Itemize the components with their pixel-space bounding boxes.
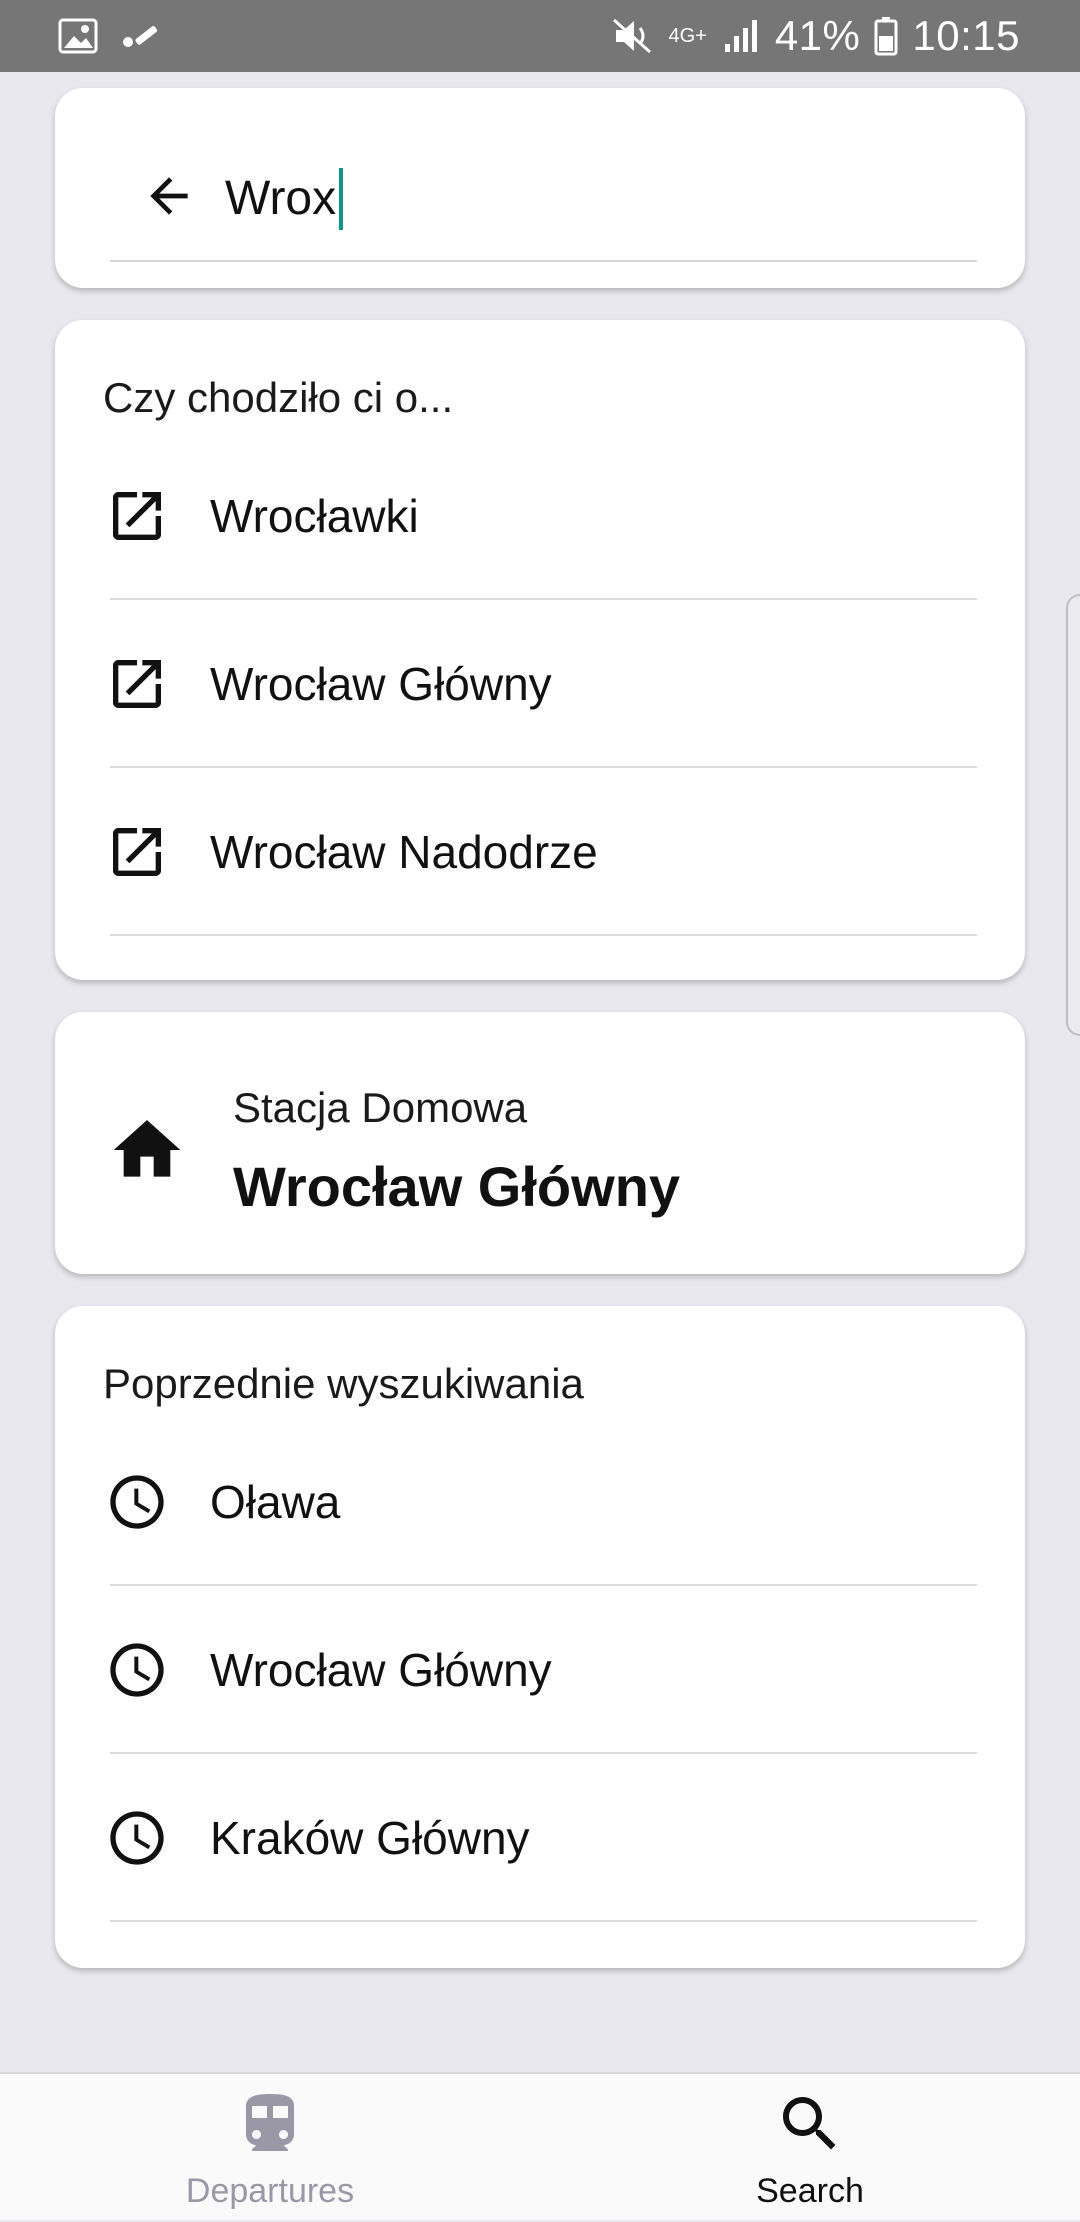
recent-item[interactable]: Kraków Główny	[55, 1754, 1025, 1922]
recent-searches-card: Poprzednie wyszukiwania Oława Wrocław Gł…	[55, 1306, 1025, 1968]
home-station-name: Wrocław Główny	[233, 1155, 681, 1218]
recent-item[interactable]: Wrocław Główny	[55, 1586, 1025, 1754]
suggestions-title: Czy chodziło ci o...	[103, 374, 454, 421]
mute-icon	[613, 18, 652, 54]
suggestion-item[interactable]: Wrocław Nadodrze	[55, 768, 1025, 936]
bottom-navigation: Departures Search	[0, 2072, 1080, 2220]
back-button[interactable]	[133, 160, 205, 232]
divider	[110, 934, 977, 936]
suggestion-label: Wrocław Główny	[210, 658, 552, 710]
status-bar-left	[58, 18, 160, 54]
recent-item-label: Kraków Główny	[210, 1812, 530, 1864]
recent-searches-title: Poprzednie wyszukiwania	[103, 1360, 584, 1407]
battery-icon	[874, 17, 898, 56]
nav-departures-label: Departures	[185, 2172, 355, 2210]
nav-search[interactable]: Search	[660, 2074, 960, 2222]
clock-icon	[110, 1475, 164, 1529]
recent-item-label: Wrocław Główny	[210, 1644, 552, 1696]
suggestion-label: Wrocławki	[210, 490, 419, 542]
open-external-icon	[113, 828, 161, 876]
suggestion-item[interactable]: Wrocław Główny	[55, 600, 1025, 768]
home-icon	[113, 1120, 181, 1177]
suggestion-item[interactable]: Wrocławki	[55, 432, 1025, 600]
edit-notification-icon	[123, 26, 158, 47]
clock-icon	[110, 1643, 164, 1697]
home-station-card[interactable]: Stacja Domowa Wrocław Główny	[55, 1012, 1025, 1274]
nav-departures[interactable]: Departures	[120, 2074, 420, 2222]
battery-percent: 41%	[774, 12, 861, 59]
open-external-icon	[113, 492, 161, 540]
gallery-notification-icon	[58, 18, 98, 54]
search-card	[55, 88, 1025, 288]
recent-item-label: Oława	[210, 1476, 341, 1528]
train-icon	[246, 2094, 294, 2151]
clock-icon	[110, 1811, 164, 1865]
nav-search-label: Search	[756, 2172, 864, 2210]
text-cursor	[339, 168, 343, 230]
suggestions-card: Czy chodziło ci o... Wrocławki Wrocław G…	[55, 320, 1025, 980]
search-underline	[110, 260, 977, 262]
signal-icon	[724, 20, 757, 52]
search-input[interactable]	[225, 158, 945, 238]
edge-panel-handle[interactable]	[1066, 594, 1080, 1036]
home-station-label: Stacja Domowa	[233, 1084, 528, 1131]
open-external-icon	[113, 660, 161, 708]
divider	[110, 1920, 977, 1922]
clock: 10:15	[912, 12, 1020, 59]
arrow-back-icon	[150, 177, 188, 215]
suggestion-label: Wrocław Nadodrze	[210, 826, 598, 878]
network-type-label: 4G+	[668, 25, 707, 47]
search-icon	[783, 2097, 836, 2150]
status-bar: 4G+ 41% 10:15	[0, 0, 1080, 72]
status-bar-right: 4G+ 41% 10:15	[610, 12, 1020, 60]
recent-item[interactable]: Oława	[55, 1418, 1025, 1586]
